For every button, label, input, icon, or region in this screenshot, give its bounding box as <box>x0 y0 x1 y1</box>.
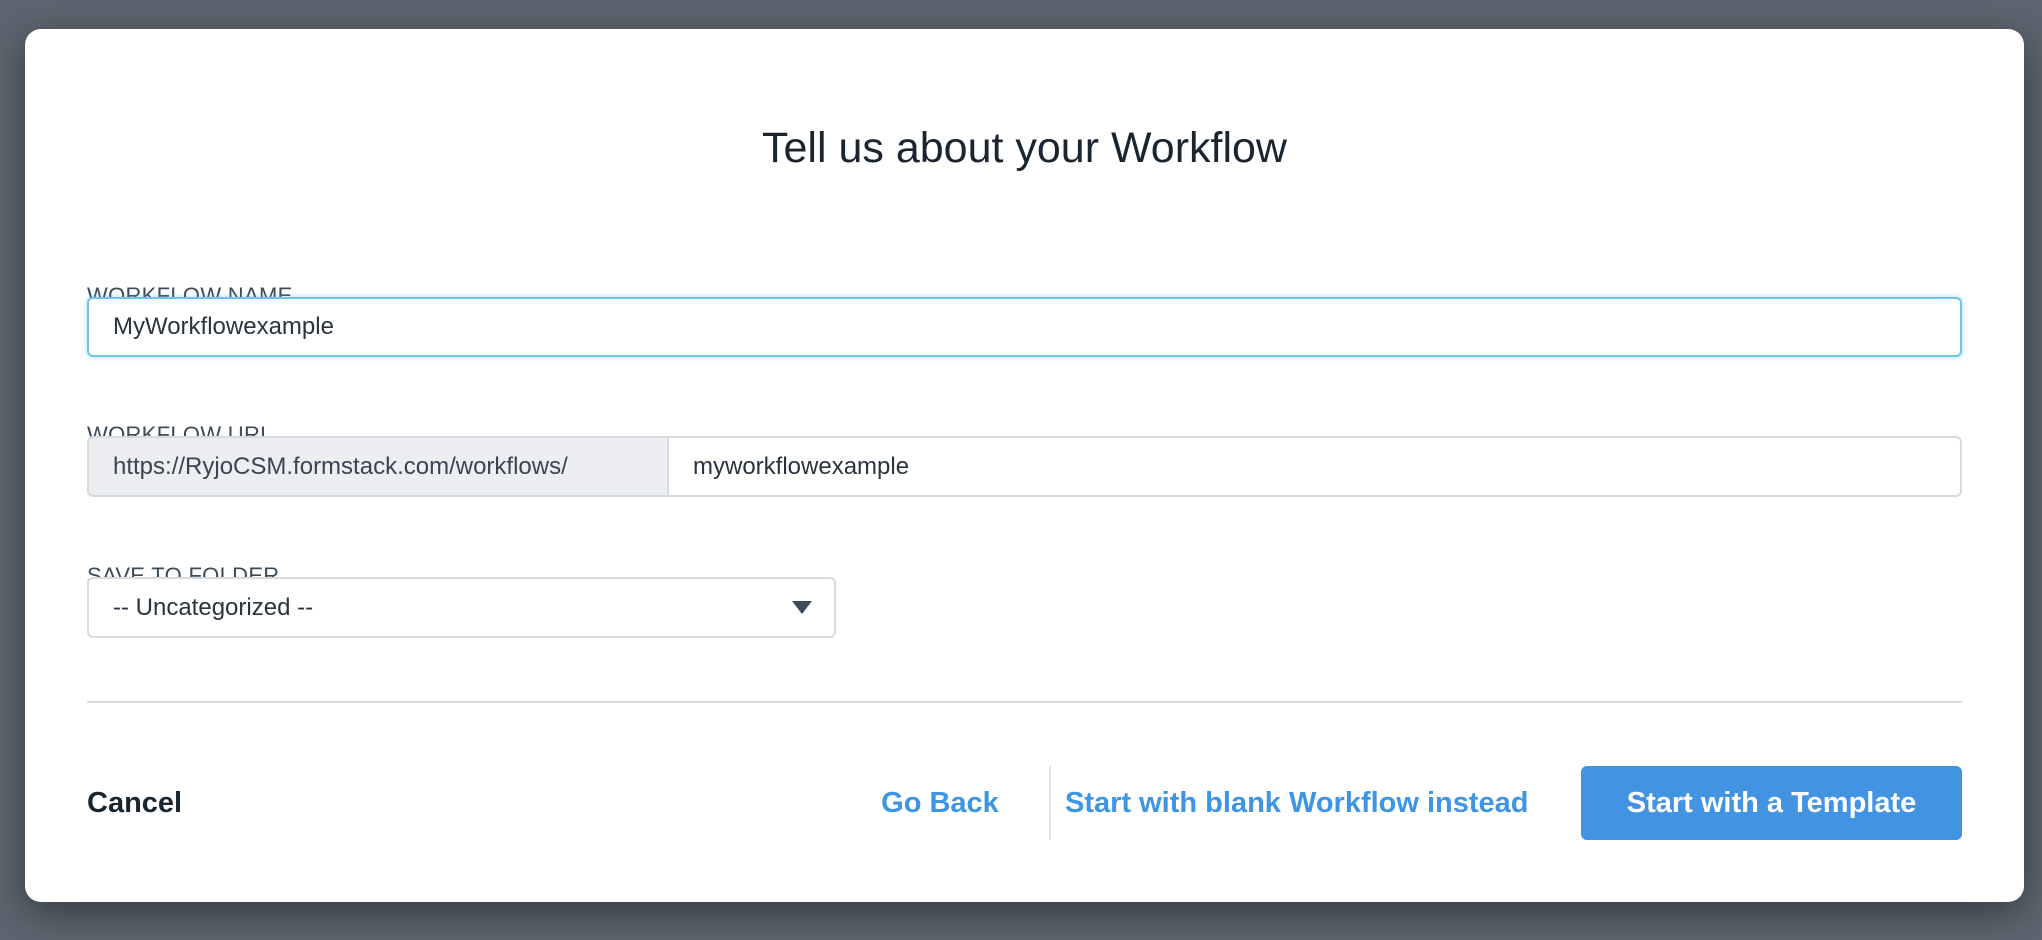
start-with-template-button[interactable]: Start with a Template <box>1581 766 1962 840</box>
start-blank-workflow-button[interactable]: Start with blank Workflow instead <box>1065 766 1529 840</box>
workflow-url-prefix: https://RyjoCSM.formstack.com/workflows/ <box>89 438 669 495</box>
caret-down-icon <box>792 601 812 614</box>
workflow-url-input[interactable]: myworkflowexample <box>669 438 1960 495</box>
go-back-button[interactable]: Go Back <box>871 766 1051 840</box>
divider <box>87 701 1962 703</box>
workflow-name-value: MyWorkflowexample <box>113 313 334 340</box>
workflow-name-input[interactable]: MyWorkflowexample <box>87 297 1962 357</box>
cancel-button[interactable]: Cancel <box>87 766 182 840</box>
workflow-dialog: Tell us about your Workflow WORKFLOW NAM… <box>25 29 2024 902</box>
workflow-url-group: https://RyjoCSM.formstack.com/workflows/… <box>87 436 1962 497</box>
folder-selected-value: -- Uncategorized -- <box>113 593 314 621</box>
folder-select[interactable]: -- Uncategorized -- <box>87 577 836 638</box>
dialog-title: Tell us about your Workflow <box>762 124 1287 172</box>
